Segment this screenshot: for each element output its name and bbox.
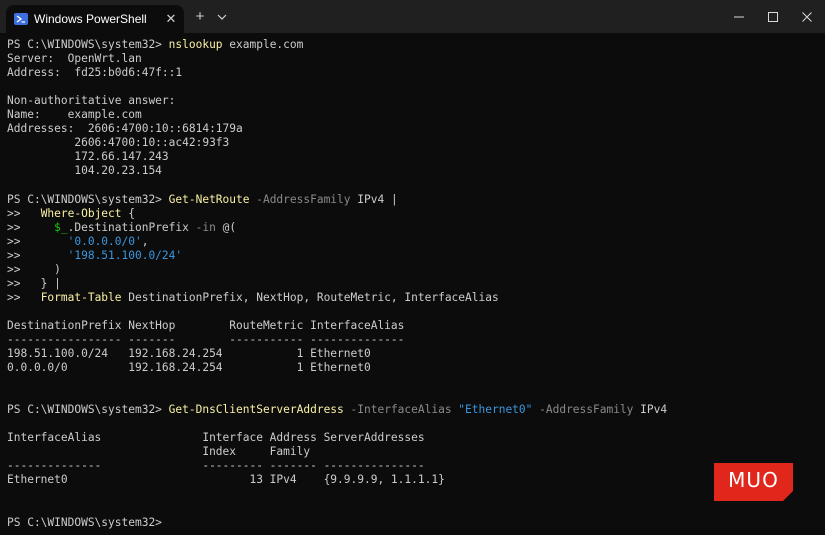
- terminal-line: Name: example.com: [7, 108, 667, 122]
- terminal-text-segment: Index Family: [7, 445, 311, 459]
- terminal-text-segment: "Ethernet0": [451, 403, 533, 417]
- close-window-icon[interactable]: [790, 0, 824, 33]
- terminal-text-segment: >>: [7, 220, 55, 234]
- terminal-text-segment: IPv4 |: [350, 192, 398, 206]
- terminal-text-segment: nslookup: [168, 38, 223, 51]
- terminal-text-segment: '198.51.100.0/24': [67, 248, 183, 262]
- terminal-line: Address: fd25:b0d6:47f::1: [7, 66, 667, 80]
- terminal-text-segment: DestinationPrefix NextHop RouteMetric In…: [7, 318, 405, 332]
- terminal-line: >> $_.DestinationPrefix -in @(: [7, 221, 667, 235]
- terminal-text-segment: DestinationPrefix, NextHop, RouteMetric,…: [121, 290, 499, 304]
- terminal-text-segment: Non-authoritative answer:: [7, 94, 176, 108]
- maximize-icon[interactable]: [756, 0, 790, 33]
- terminal-text-segment: {: [121, 206, 135, 220]
- watermark-text: MUO: [728, 468, 779, 492]
- terminal-text-segment: 0.0.0.0/0 192.168.24.254 1 Ethernet0: [7, 361, 371, 375]
- terminal-text-segment: Ethernet0 13 IPv4 {9.9.9.9, 1.1.1.1}: [7, 473, 445, 487]
- terminal-line: >> '0.0.0.0/0',: [7, 235, 667, 249]
- terminal-text-segment: >> ): [7, 262, 61, 276]
- terminal-text-segment: 172.66.147.243: [7, 150, 169, 164]
- terminal-text-segment: Name: example.com: [7, 108, 142, 122]
- minimize-icon[interactable]: [722, 0, 756, 33]
- powershell-icon: [14, 13, 28, 25]
- terminal-line: >> Where-Object {: [7, 207, 667, 221]
- terminal-text-segment: Where-Object: [40, 206, 122, 220]
- terminal-output[interactable]: PS C:\WINDOWS\system32> nslookup example…: [0, 33, 825, 535]
- terminal-line: 172.66.147.243: [7, 150, 667, 164]
- terminal-line: >> '198.51.100.0/24': [7, 249, 667, 263]
- close-icon[interactable]: ✕: [163, 11, 179, 27]
- title-bar: Windows PowerShell ✕ +: [0, 0, 825, 33]
- terminal-text-segment: PS C:\WINDOWS\system32>: [7, 38, 169, 51]
- terminal-text-segment: PS C:\WINDOWS\system32>: [7, 192, 169, 206]
- terminal-line: ----------------- ------- ----------- --…: [7, 333, 667, 347]
- terminal-line: -------------- --------- ------- -------…: [7, 459, 667, 473]
- terminal-text-segment: .DestinationPrefix: [67, 220, 189, 234]
- terminal-text-segment: PS C:\WINDOWS\system32>: [7, 403, 169, 417]
- terminal-text-segment: 198.51.100.0/24 192.168.24.254 1 Etherne…: [7, 347, 371, 361]
- terminal-text-segment: ,: [141, 234, 149, 248]
- terminal-text-segment: 104.20.23.154: [7, 164, 162, 178]
- terminal-line: Non-authoritative answer:: [7, 94, 667, 108]
- terminal-line: 198.51.100.0/24 192.168.24.254 1 Etherne…: [7, 347, 667, 361]
- terminal-text-segment: PS C:\WINDOWS\system32>: [7, 515, 169, 529]
- plus-icon[interactable]: +: [192, 9, 208, 26]
- terminal-text-segment: ----------------- ------- ----------- --…: [7, 332, 405, 346]
- terminal-line: Index Family: [7, 445, 667, 459]
- terminal-text-segment: 2606:4700:10::ac42:93f3: [7, 136, 230, 150]
- terminal-lines: PS C:\WINDOWS\system32> nslookup example…: [7, 38, 667, 530]
- terminal-text-segment: Get-DnsClientServerAddress: [168, 403, 344, 417]
- terminal-text-segment: >>: [7, 248, 68, 262]
- terminal-line: PS C:\WINDOWS\system32> nslookup example…: [7, 38, 667, 52]
- terminal-line: Ethernet0 13 IPv4 {9.9.9.9, 1.1.1.1}: [7, 473, 667, 487]
- terminal-line: PS C:\WINDOWS\system32> Get-NetRoute -Ad…: [7, 193, 667, 207]
- terminal-text-segment: >> } |: [7, 276, 61, 290]
- terminal-text-segment: >>: [7, 206, 41, 220]
- terminal-line: PS C:\WINDOWS\system32> Get-DnsClientSer…: [7, 403, 667, 417]
- terminal-text-segment: -AddressFamily: [249, 192, 351, 206]
- terminal-text-segment: $_: [54, 220, 68, 234]
- terminal-line: PS C:\WINDOWS\system32>: [7, 516, 667, 530]
- terminal-text-segment: example.com: [222, 38, 304, 51]
- terminal-text-segment: '0.0.0.0/0': [67, 234, 142, 248]
- terminal-text-segment: @(: [215, 220, 237, 234]
- terminal-line: 0.0.0.0/0 192.168.24.254 1 Ethernet0: [7, 361, 667, 375]
- terminal-text-segment: >>: [7, 290, 41, 304]
- terminal-text-segment: Format-Table: [40, 290, 122, 304]
- terminal-line: Server: OpenWrt.lan: [7, 52, 667, 66]
- muo-watermark: MUO: [714, 463, 793, 501]
- terminal-text-segment: -InterfaceAlias: [343, 403, 452, 417]
- terminal-text-segment: IPv4: [633, 403, 668, 417]
- terminal-line: 2606:4700:10::ac42:93f3: [7, 136, 667, 150]
- chevron-down-icon[interactable]: [215, 10, 229, 24]
- terminal-text-segment: -------------- --------- ------- -------…: [7, 459, 425, 473]
- terminal-line: Addresses: 2606:4700:10::6814:179a: [7, 122, 667, 136]
- terminal-line: >> Format-Table DestinationPrefix, NextH…: [7, 291, 667, 305]
- terminal-line: InterfaceAlias Interface Address ServerA…: [7, 431, 667, 445]
- terminal-line: 104.20.23.154: [7, 164, 667, 178]
- terminal-line: DestinationPrefix NextHop RouteMetric In…: [7, 319, 667, 333]
- tab-windows-powershell[interactable]: Windows PowerShell ✕: [6, 5, 184, 33]
- terminal-text-segment: Server: OpenWrt.lan: [7, 52, 142, 66]
- terminal-text-segment: InterfaceAlias Interface Address ServerA…: [7, 431, 425, 445]
- terminal-text-segment: -in: [188, 220, 216, 234]
- terminal-line: >> } |: [7, 277, 667, 291]
- tab-title: Windows PowerShell: [34, 12, 147, 26]
- terminal-line: >> ): [7, 263, 667, 277]
- terminal-text-segment: Address: fd25:b0d6:47f::1: [7, 66, 183, 80]
- terminal-text-segment: >>: [7, 234, 68, 248]
- terminal-text-segment: Addresses: 2606:4700:10::6814:179a: [7, 122, 243, 136]
- terminal-text-segment: Get-NetRoute: [168, 192, 250, 206]
- terminal-text-segment: -AddressFamily: [532, 403, 634, 417]
